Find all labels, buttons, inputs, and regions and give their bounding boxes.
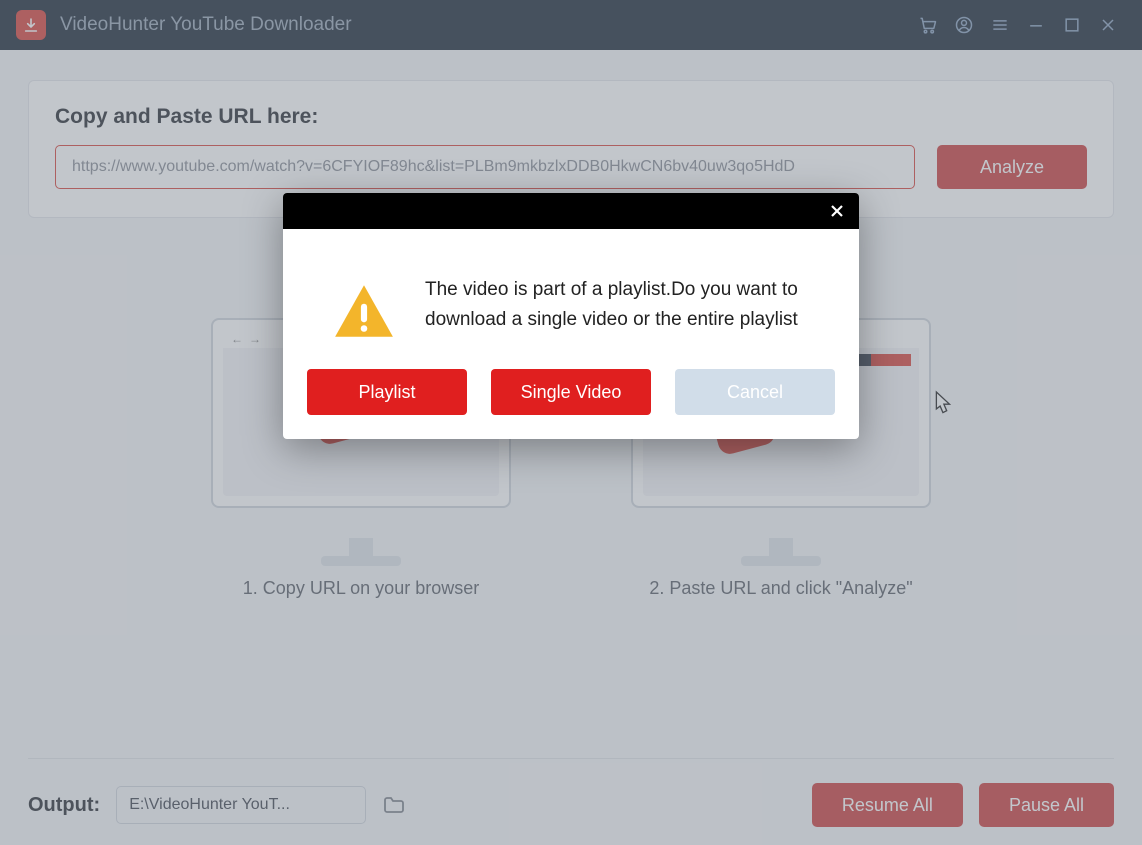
warning-icon bbox=[331, 279, 397, 345]
dialog-close-icon[interactable] bbox=[827, 201, 847, 221]
dialog-message: The video is part of a playlist.Do you w… bbox=[425, 275, 829, 345]
single-video-button[interactable]: Single Video bbox=[491, 369, 651, 415]
cancel-button[interactable]: Cancel bbox=[675, 369, 835, 415]
playlist-dialog: The video is part of a playlist.Do you w… bbox=[283, 193, 859, 439]
dialog-titlebar bbox=[283, 193, 859, 229]
playlist-button[interactable]: Playlist bbox=[307, 369, 467, 415]
